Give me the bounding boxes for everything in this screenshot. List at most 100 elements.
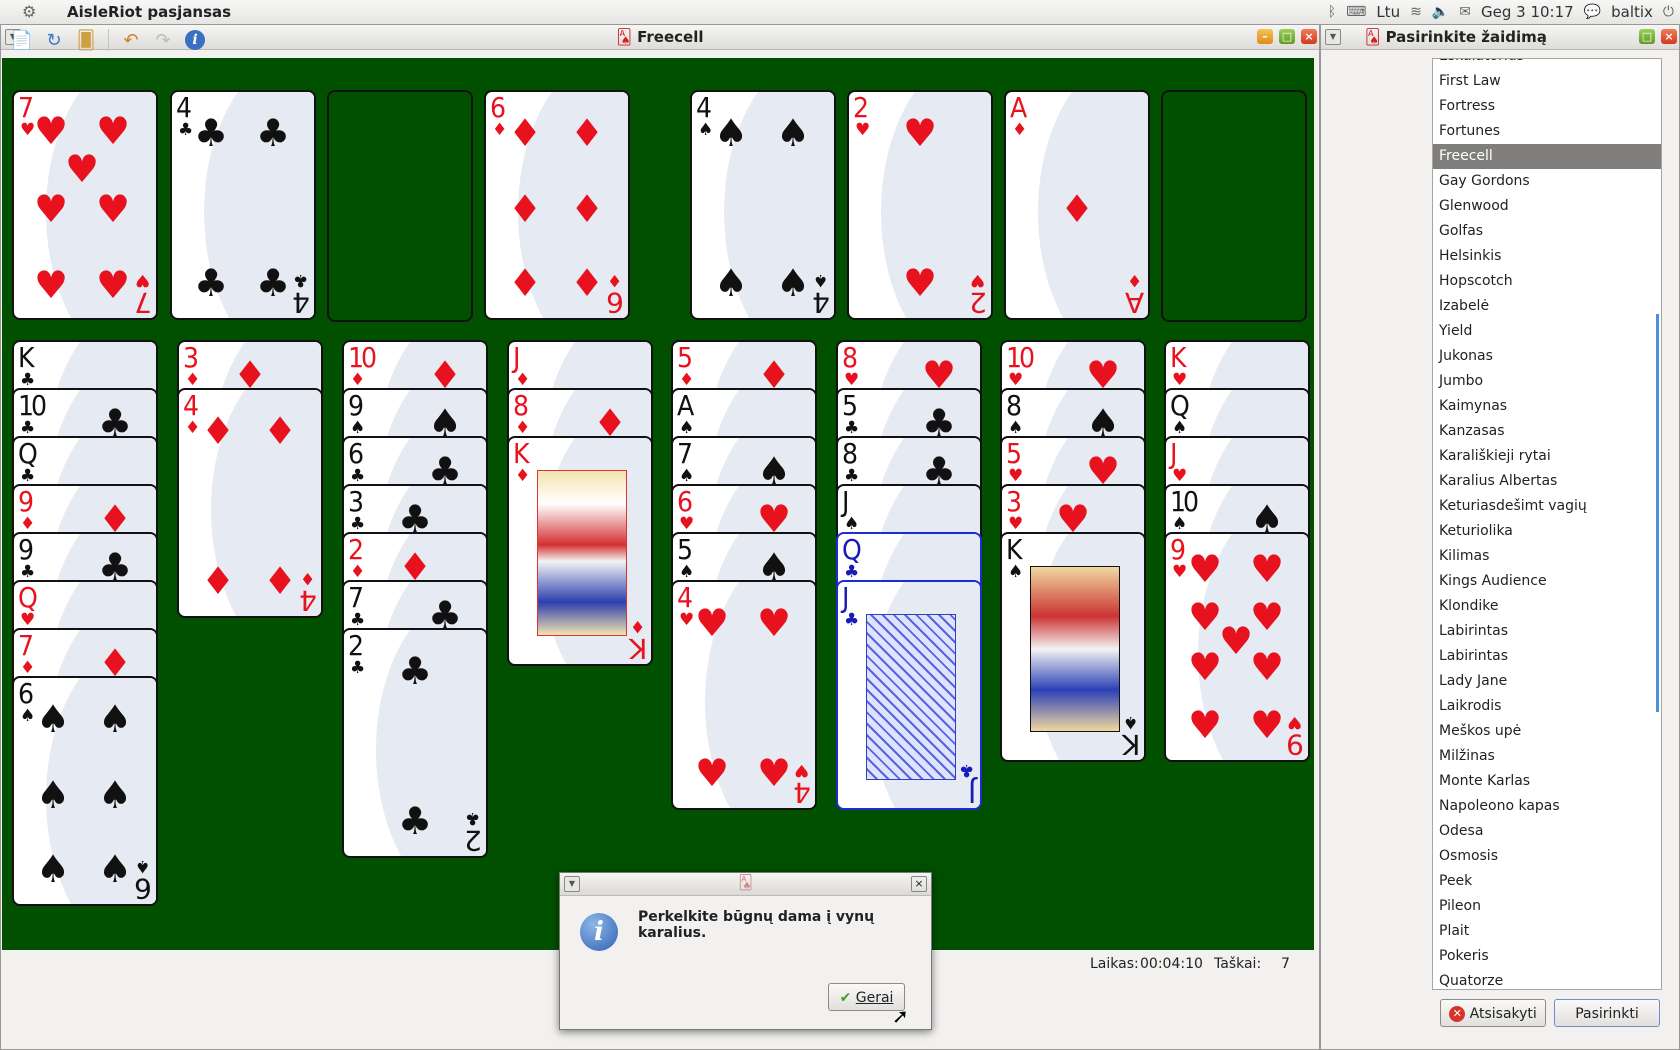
chooser-close-button[interactable]: ×	[1661, 29, 1677, 44]
king-face-image	[1030, 566, 1120, 732]
game-list-item[interactable]: Napoleono kapas	[1433, 794, 1661, 819]
game-list-item[interactable]: Karališkieji rytai	[1433, 444, 1661, 469]
check-icon: ✔	[839, 990, 852, 1006]
chooser-titlebar[interactable]: ▼ 🂡 Pasirinkite žaidimą □ ×	[1321, 25, 1679, 50]
system-gear-icon[interactable]: ⚙	[22, 2, 36, 21]
tableau-card[interactable]: 2 ♣ ♣ ♣ 2 ♣	[342, 628, 488, 858]
game-list[interactable]: Eskalatorius First Law Fortress Fortunes…	[1432, 58, 1662, 990]
mail-icon[interactable]: ✉	[1459, 4, 1471, 20]
freecell-card-2[interactable]: 4 ♣ ♣ ♣ ♣ ♣ 4 ♣	[170, 90, 316, 320]
game-list-item[interactable]: Plait	[1433, 919, 1661, 944]
jack-face-image	[866, 614, 956, 780]
hint-icon[interactable]: 🂠	[72, 27, 100, 53]
foundation-spades[interactable]: 4 ♠ ♠ ♠ ♠ ♠ 4 ♠	[690, 90, 836, 320]
wifi-icon[interactable]: ≋	[1410, 4, 1422, 20]
game-list-item[interactable]: Labirintas	[1433, 619, 1661, 644]
info-icon: i	[580, 913, 618, 951]
chooser-maximize-button[interactable]: □	[1639, 29, 1655, 44]
game-list-item[interactable]: Quatorze	[1433, 969, 1661, 989]
mouse-cursor-icon: ➚	[892, 1004, 909, 1028]
chooser-title: Pasirinkite žaidimą	[1385, 28, 1547, 46]
game-list-item[interactable]: Karalius Albertas	[1433, 469, 1661, 494]
freecell-card-1[interactable]: 7 ♥ ♥ ♥ ♥ ♥ ♥ ♥ ♥ 7 ♥	[12, 90, 158, 320]
game-list-item[interactable]: First Law	[1433, 69, 1661, 94]
game-list-item[interactable]: Osmosis	[1433, 844, 1661, 869]
freecell-card-4[interactable]: 6 ♦ ♦ ♦ ♦ ♦ ♦ ♦ 6 ♦	[484, 90, 630, 320]
dialog-close-button[interactable]: ×	[911, 876, 927, 892]
tableau-card[interactable]: K ♦ K ♦	[507, 436, 653, 666]
clock[interactable]: Geg 3 10:17	[1481, 3, 1574, 21]
cancel-button[interactable]: ✕ Atsisakyti	[1440, 999, 1546, 1027]
undo-icon[interactable]: ↶	[117, 27, 145, 53]
toolbar: 📄 ↻ 🂠 ↶ ↷ i	[0, 24, 1316, 56]
game-list-item-selected[interactable]: Freecell	[1433, 144, 1661, 169]
game-list-item[interactable]: Helsinkis	[1433, 244, 1661, 269]
card-icon: 🂡	[1365, 28, 1381, 46]
game-list-item[interactable]: Yield	[1433, 319, 1661, 344]
keyboard-icon[interactable]: ⌨	[1346, 4, 1366, 20]
game-list-item[interactable]: Jumbo	[1433, 369, 1661, 394]
app-menu-title[interactable]: AisleRiot pasjansas	[67, 3, 231, 21]
king-face-image	[537, 470, 627, 636]
volume-icon[interactable]: 🔈	[1432, 4, 1449, 20]
score-value: 7	[1281, 956, 1290, 972]
game-list-item[interactable]: Klondike	[1433, 594, 1661, 619]
game-table[interactable]: 7 ♥ ♥ ♥ ♥ ♥ ♥ ♥ ♥ 7 ♥ 4 ♣ ♣ ♣ ♣ ♣ 4 ♣ 6 ♦ ♦ ♦ ♦ ♦ ♦ ♦…	[2, 58, 1314, 950]
bluetooth-icon[interactable]: ᛒ	[1328, 4, 1336, 20]
keyboard-layout[interactable]: Ltu	[1376, 3, 1400, 21]
time-value: 00:04:10	[1140, 956, 1203, 972]
user-name[interactable]: baltix	[1611, 3, 1653, 21]
game-list-item[interactable]: Izabelė	[1433, 294, 1661, 319]
game-list-item[interactable]: Meškos upė	[1433, 719, 1661, 744]
game-list-item[interactable]: Milžinas	[1433, 744, 1661, 769]
list-scrollbar[interactable]	[1656, 314, 1659, 712]
chooser-menu-icon[interactable]: ▼	[1325, 29, 1341, 45]
game-list-item[interactable]: Kanzasas	[1433, 419, 1661, 444]
tableau-card[interactable]: 9 ♥ ♥ ♥ ♥ ♥ ♥ ♥ ♥ ♥ ♥ 9 ♥	[1164, 532, 1310, 762]
game-list-item[interactable]: Lady Jane	[1433, 669, 1661, 694]
empty-freecell[interactable]	[327, 90, 473, 322]
game-list-item[interactable]: Fortunes	[1433, 119, 1661, 144]
game-list-item[interactable]: Fortress	[1433, 94, 1661, 119]
foundation-diamonds[interactable]: A ♦ ♦ A ♦	[1004, 90, 1150, 320]
tableau-card[interactable]: 4 ♦ ♦ ♦ ♦ ♦ 4 ♦	[177, 388, 323, 618]
empty-foundation[interactable]	[1161, 90, 1307, 322]
info-icon[interactable]: i	[181, 27, 209, 53]
game-list-item[interactable]: Monte Karlas	[1433, 769, 1661, 794]
game-list-item[interactable]: Odesa	[1433, 819, 1661, 844]
chat-icon[interactable]: 💬	[1584, 4, 1601, 20]
cancel-button-label: Atsisakyti	[1469, 1006, 1537, 1022]
tableau-card[interactable]: 6 ♠ ♠ ♠ ♠ ♠ ♠ ♠ 6 ♠	[12, 676, 158, 906]
game-list-item[interactable]: Labirintas	[1433, 644, 1661, 669]
game-list-item[interactable]: Jukonas	[1433, 344, 1661, 369]
new-game-icon[interactable]: 📄	[8, 27, 36, 53]
game-list-item[interactable]: Glenwood	[1433, 194, 1661, 219]
dialog-message: Perkelkite būgnų dama į vynų karalius.	[638, 909, 875, 941]
score-label: Taškai:	[1214, 956, 1262, 972]
select-button[interactable]: Pasirinkti	[1554, 999, 1660, 1027]
ok-button-label: Gerai	[855, 990, 894, 1006]
toolbar-separator	[108, 29, 109, 51]
foundation-hearts[interactable]: 2 ♥ ♥ ♥ 2 ♥	[847, 90, 993, 320]
time-label: Laikas:	[1090, 956, 1139, 972]
dialog-titlebar[interactable]: ▼ 🂡 ×	[560, 873, 931, 896]
game-list-item[interactable]: Eskalatorius	[1433, 59, 1661, 69]
game-list-item[interactable]: Laikrodis	[1433, 694, 1661, 719]
selected-card[interactable]: J ♣ J ♣	[836, 580, 982, 810]
restart-icon[interactable]: ↻	[40, 27, 68, 53]
game-list-item[interactable]: Kaimynas	[1433, 394, 1661, 419]
game-list-item[interactable]: Peek	[1433, 869, 1661, 894]
top-panel: ⚙ AisleRiot pasjansas ᛒ ⌨ Ltu ≋ 🔈 ✉ Geg …	[0, 0, 1680, 25]
tableau-card[interactable]: 4 ♥ ♥ ♥ ♥ ♥ 4 ♥	[671, 580, 817, 810]
game-list-item[interactable]: Hopscotch	[1433, 269, 1661, 294]
tableau-card[interactable]: K ♠ K ♠	[1000, 532, 1146, 762]
game-list-item[interactable]: Keturiolika	[1433, 519, 1661, 544]
game-list-item[interactable]: Kilimas	[1433, 544, 1661, 569]
game-list-item[interactable]: Kings Audience	[1433, 569, 1661, 594]
game-list-item[interactable]: Pileon	[1433, 894, 1661, 919]
game-list-item[interactable]: Gay Gordons	[1433, 169, 1661, 194]
power-icon[interactable]: ⏻	[1663, 4, 1674, 20]
game-list-item[interactable]: Keturiasdešimt vagių	[1433, 494, 1661, 519]
game-list-item[interactable]: Pokeris	[1433, 944, 1661, 969]
game-list-item[interactable]: Golfas	[1433, 219, 1661, 244]
